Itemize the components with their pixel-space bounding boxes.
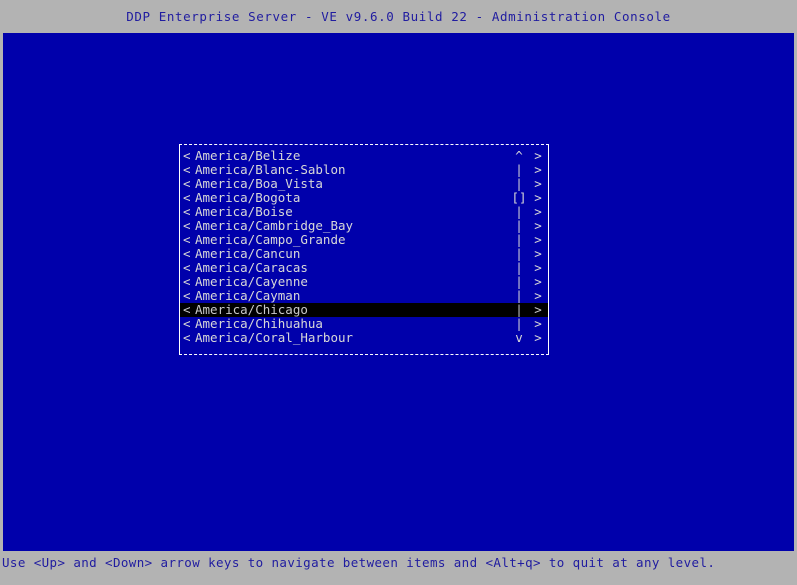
list-item[interactable]: < America/Cambridge_Bay | > xyxy=(180,219,548,233)
list-item-right-marker: > xyxy=(534,176,542,191)
list-item-label: America/Belize xyxy=(195,149,301,163)
scrollbar-cell[interactable]: | xyxy=(508,247,530,261)
scrollbar-cell[interactable]: | xyxy=(508,163,530,177)
list-item[interactable]: < America/Cayenne | > xyxy=(180,275,548,289)
list-item[interactable]: < America/Chicago | > xyxy=(180,303,548,317)
list-item[interactable]: < America/Boise | > xyxy=(180,205,548,219)
scrollbar-cell[interactable]: | xyxy=(508,233,530,247)
scrollbar-cell[interactable]: | xyxy=(508,317,530,331)
list-item-left-marker: < xyxy=(183,302,191,317)
list-item[interactable]: < America/Boa_Vista | > xyxy=(180,177,548,191)
scrollbar-cell[interactable]: | xyxy=(508,177,530,191)
status-bar: Use <Up> and <Down> arrow keys to naviga… xyxy=(0,551,797,585)
list-item-left-marker: < xyxy=(183,176,191,191)
list-item-label: America/Cambridge_Bay xyxy=(195,219,354,233)
list-item-right-marker: > xyxy=(534,232,542,247)
scrollbar-cell[interactable]: | xyxy=(508,303,530,317)
list-item-right-marker: > xyxy=(534,288,542,303)
list-item[interactable]: < America/Belize ^ > xyxy=(180,149,548,163)
list-item[interactable]: < America/Cancun | > xyxy=(180,247,548,261)
scrollbar-cell[interactable]: v xyxy=(508,331,530,345)
list-item-label: America/Cayman xyxy=(195,289,301,303)
list-item-left-marker: < xyxy=(183,316,191,331)
list-item-right-marker: > xyxy=(534,260,542,275)
scrollbar-cell[interactable]: [] xyxy=(508,191,530,205)
list-item-right-marker: > xyxy=(534,246,542,261)
list-item-right-marker: > xyxy=(534,274,542,289)
title-bar: DDP Enterprise Server - VE v9.6.0 Build … xyxy=(0,0,797,33)
window-title: DDP Enterprise Server - VE v9.6.0 Build … xyxy=(126,9,671,24)
list-item-right-marker: > xyxy=(534,302,542,317)
list-item-label: America/Chicago xyxy=(195,303,308,317)
list-item-label: America/Caracas xyxy=(195,261,308,275)
list-item-label: America/Boise xyxy=(195,205,293,219)
list-item-right-marker: > xyxy=(534,316,542,331)
list-item-right-marker: > xyxy=(534,148,542,163)
list-item-label: America/Coral_Harbour xyxy=(195,331,354,345)
scrollbar-cell[interactable]: | xyxy=(508,219,530,233)
list-item[interactable]: < America/Bogota [] > xyxy=(180,191,548,205)
list-item-label: America/Campo_Grande xyxy=(195,233,346,247)
list-item-label: America/Cancun xyxy=(195,247,301,261)
list-item-label: America/Cayenne xyxy=(195,275,308,289)
list-item-right-marker: > xyxy=(534,162,542,177)
list-item-left-marker: < xyxy=(183,260,191,275)
list-item[interactable]: < America/Chihuahua | > xyxy=(180,317,548,331)
list-item-left-marker: < xyxy=(183,246,191,261)
list-item-label: America/Chihuahua xyxy=(195,317,323,331)
list-item-left-marker: < xyxy=(183,148,191,163)
list-item-left-marker: < xyxy=(183,232,191,247)
list-item-left-marker: < xyxy=(183,162,191,177)
scrollbar-cell[interactable]: | xyxy=(508,261,530,275)
list-item-left-marker: < xyxy=(183,204,191,219)
list-item-right-marker: > xyxy=(534,204,542,219)
scrollbar-cell[interactable]: | xyxy=(508,205,530,219)
list-item-label: America/Bogota xyxy=(195,191,301,205)
list-item-left-marker: < xyxy=(183,218,191,233)
list-item-right-marker: > xyxy=(534,190,542,205)
list-item-label: America/Blanc-Sablon xyxy=(195,163,346,177)
list-item[interactable]: < America/Caracas | > xyxy=(180,261,548,275)
list-item-right-marker: > xyxy=(534,218,542,233)
list-item[interactable]: < America/Coral_Harbour v > xyxy=(180,331,548,345)
scrollbar-cell[interactable]: | xyxy=(508,275,530,289)
keyboard-hint-text: Use <Up> and <Down> arrow keys to naviga… xyxy=(2,555,716,570)
list-item[interactable]: < America/Campo_Grande | > xyxy=(180,233,548,247)
list-item[interactable]: < America/Blanc-Sablon | > xyxy=(180,163,548,177)
scrollbar-cell[interactable]: | xyxy=(508,289,530,303)
list-item-left-marker: < xyxy=(183,274,191,289)
list-item-label: America/Boa_Vista xyxy=(195,177,323,191)
timezone-list-box[interactable]: < America/Belize ^ > < America/Blanc-Sablon | >… xyxy=(179,144,549,355)
list-item-left-marker: < xyxy=(183,330,191,345)
list-item[interactable]: < America/Cayman | > xyxy=(180,289,548,303)
terminal-screen: < America/Belize ^ > < America/Blanc-Sablon | >… xyxy=(3,33,794,551)
list-item-left-marker: < xyxy=(183,288,191,303)
list-item-right-marker: > xyxy=(534,330,542,345)
scrollbar-cell[interactable]: ^ xyxy=(508,149,530,163)
list-item-left-marker: < xyxy=(183,190,191,205)
